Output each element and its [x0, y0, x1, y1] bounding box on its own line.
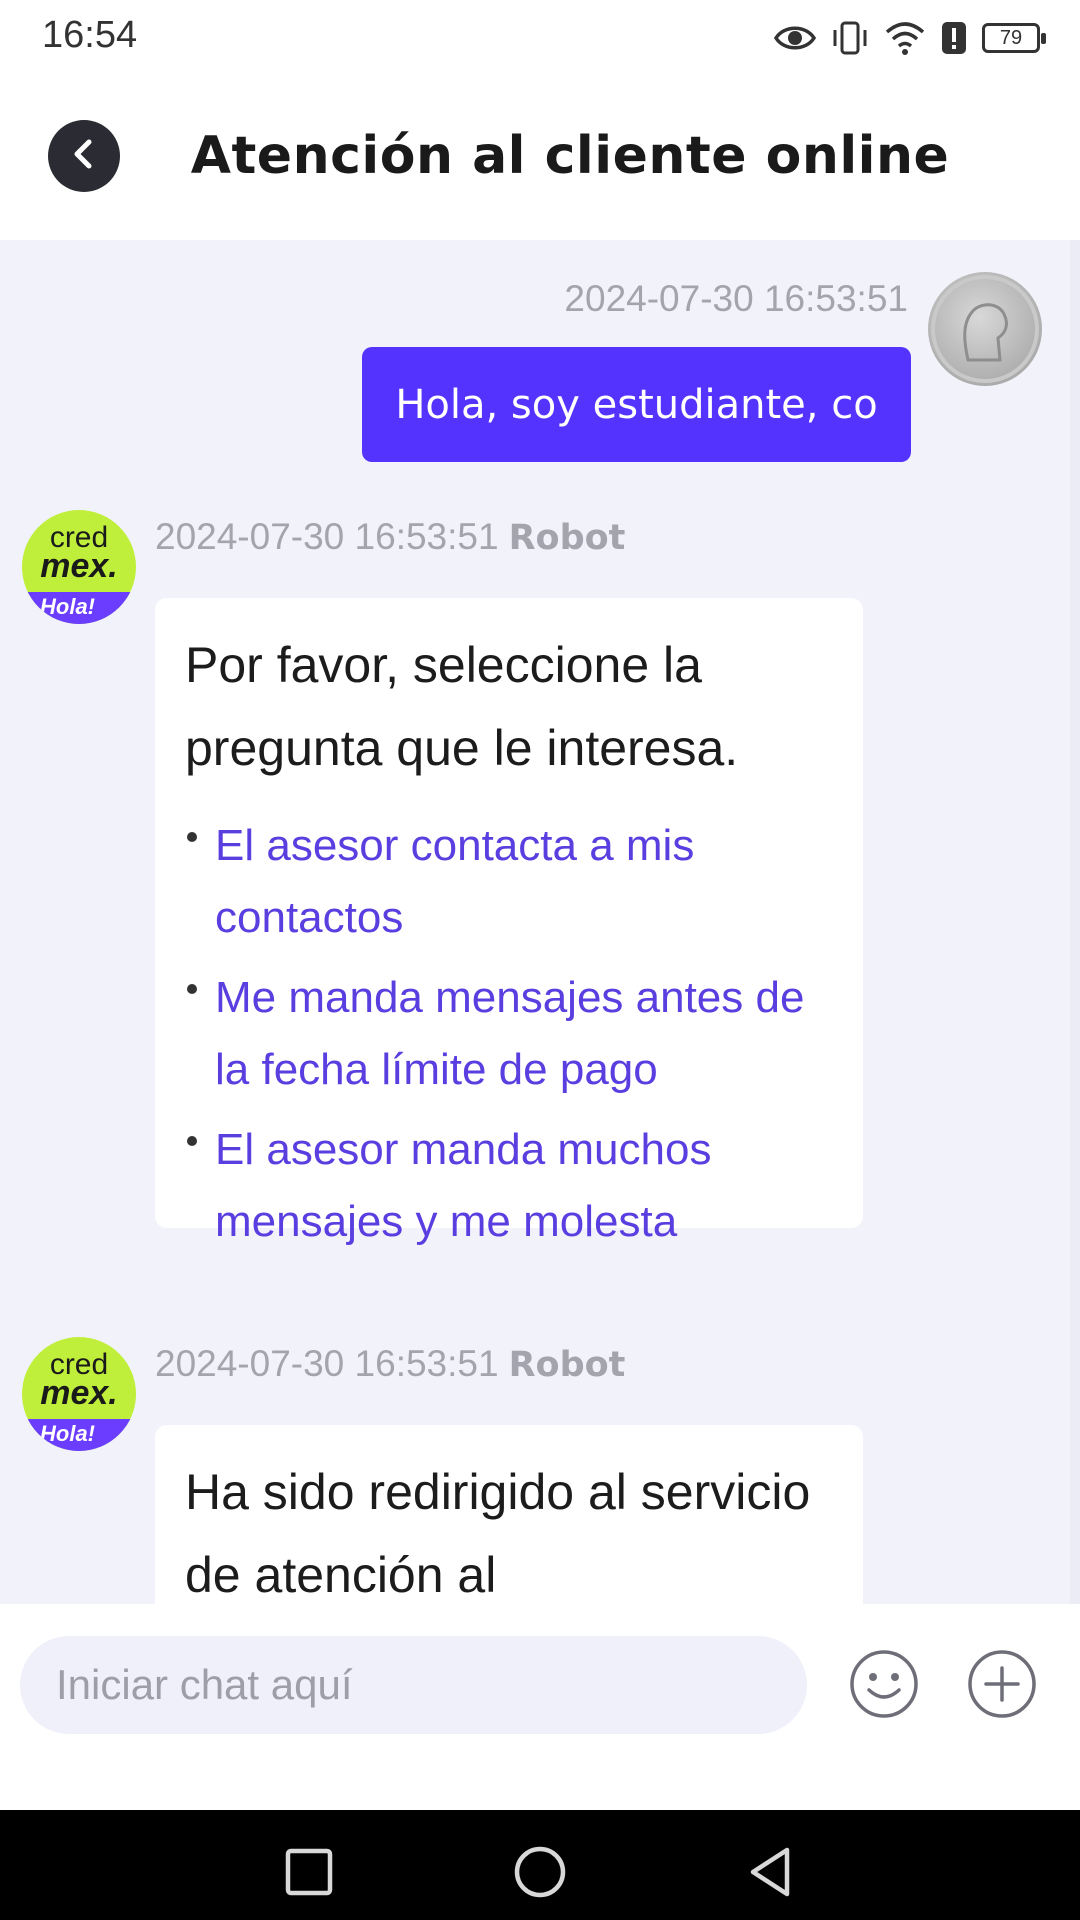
bot-logo-line2: mex.	[40, 547, 118, 585]
bot-logo-badge: Hola!	[40, 594, 95, 619]
question-option-many-messages[interactable]: El asesor manda muchos mensajes y me mol…	[185, 1114, 833, 1258]
user-avatar-image	[931, 275, 1039, 383]
input-bar	[0, 1604, 1080, 1810]
bot-message-text: Ha sido redirigido al servicio de atenci…	[185, 1464, 811, 1603]
bot-logo-line2: mex.	[40, 1374, 118, 1412]
circle-icon	[514, 1846, 566, 1898]
bot-logo-badge: Hola!	[40, 1421, 95, 1446]
header: Atención al cliente online	[0, 80, 1080, 240]
plus-button[interactable]	[966, 1648, 1038, 1720]
navigation-bar	[0, 1810, 1080, 1920]
bot-message-time: 2024-07-30 16:53:51	[155, 1343, 499, 1384]
chat-area[interactable]: 2024-07-30 16:53:51 Hola, soy estudiante…	[0, 240, 1080, 1604]
battery-icon: 79	[982, 23, 1046, 53]
recents-button[interactable]	[279, 1842, 339, 1902]
status-icons: 79	[774, 16, 1046, 60]
status-time: 16:54	[42, 14, 138, 56]
wifi-icon	[884, 20, 926, 56]
question-options: El asesor contacta a mis contactos Me ma…	[185, 810, 833, 1258]
bot-sender-name: Robot	[508, 518, 626, 558]
bot-message-text: Por favor, seleccione la pregunta que le…	[185, 637, 739, 776]
user-message-timestamp: 2024-07-30 16:53:51	[564, 278, 908, 319]
home-button[interactable]	[510, 1842, 570, 1902]
status-bar: 16:54 79	[0, 0, 1080, 80]
bot-message-timestamp: 2024-07-30 16:53:51 Robot	[155, 1343, 625, 1385]
vibrate-icon	[830, 20, 870, 56]
user-avatar[interactable]	[928, 272, 1042, 386]
triangle-back-icon	[750, 1847, 790, 1897]
bot-message-bubble: Por favor, seleccione la pregunta que le…	[155, 598, 863, 1246]
square-icon	[285, 1848, 333, 1896]
eye-icon	[774, 23, 816, 53]
scrollbar[interactable]	[1070, 240, 1080, 1604]
smiley-icon	[850, 1650, 918, 1718]
bot-avatar: cred mex. Hola!	[22, 510, 136, 624]
user-message-bubble: Hola, soy estudiante, co	[362, 347, 911, 462]
bot-message-time: 2024-07-30 16:53:51	[155, 516, 499, 557]
bot-message-bubble: Ha sido redirigido al servicio de atenci…	[155, 1425, 863, 1604]
bot-message-timestamp: 2024-07-30 16:53:51 Robot	[155, 516, 625, 558]
question-option-contacts[interactable]: El asesor contacta a mis contactos	[185, 810, 833, 954]
emoji-button[interactable]	[848, 1648, 920, 1720]
bot-sender-name: Robot	[508, 1345, 626, 1385]
bot-avatar: cred mex. Hola!	[22, 1337, 136, 1451]
question-option-before-due-date[interactable]: Me manda mensajes antes de la fecha lími…	[185, 962, 833, 1106]
chat-input[interactable]	[20, 1636, 807, 1734]
plus-icon	[968, 1650, 1036, 1718]
alert-icon	[940, 20, 968, 56]
page-title: Atención al cliente online	[190, 126, 950, 186]
back-nav-button[interactable]	[741, 1842, 801, 1902]
